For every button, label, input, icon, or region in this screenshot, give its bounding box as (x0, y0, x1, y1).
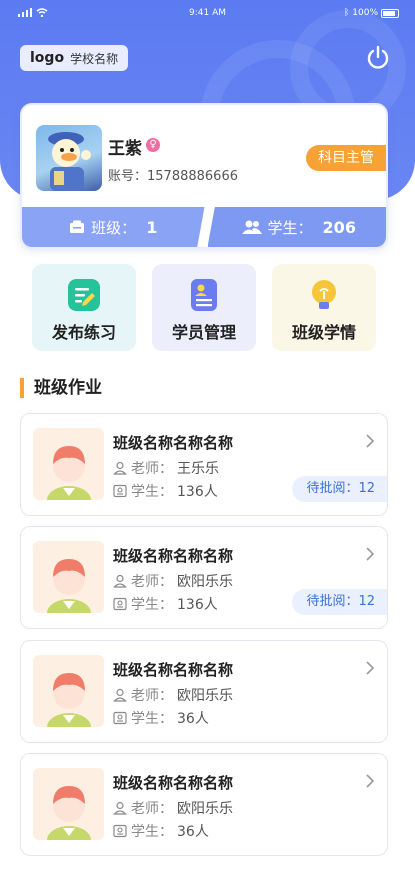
student-label: 学生： (267, 218, 313, 237)
account-number: 15788886666 (147, 169, 238, 184)
user-name: 王紫 (108, 139, 142, 159)
quick-action-class-analytics[interactable]: 班级学情 (272, 264, 376, 351)
publish-icon (68, 279, 100, 311)
teacher-row: 老师： 欧阳乐乐 (113, 571, 233, 591)
student-row: 学生： 36人 (113, 708, 209, 728)
class-name: 班级名称名称名称 (113, 547, 234, 565)
battery-percent: 100% (352, 8, 378, 18)
class-name: 班级名称名称名称 (113, 434, 234, 452)
teacher-row: 老师： 欧阳乐乐 (113, 685, 233, 705)
profile-card: 王紫 ♀ 账号：15788886666 科目主管 班级： 1 学生： 206 (20, 103, 388, 249)
student-count: 206 (322, 217, 356, 237)
class-label: 班级： (91, 218, 137, 237)
quick-action-student-management[interactable]: 学员管理 (152, 264, 256, 351)
bulb-icon (312, 280, 336, 309)
class-name: 班级名称名称名称 (113, 661, 234, 679)
pending-badge[interactable]: 待批阅：12 (292, 476, 387, 502)
student-row: 学生： 136人 (113, 594, 218, 614)
teacher-row: 老师： 王乐乐 (113, 458, 219, 478)
student-label: 学生： (131, 824, 173, 840)
homework-card[interactable]: 班级名称名称名称 老师： 欧阳乐乐 学生： 136人 待批阅：12 (20, 526, 388, 629)
student-count: 136人 (177, 597, 218, 613)
bluetooth-icon: ᛒ (343, 8, 350, 18)
student-id-icon (113, 824, 127, 838)
quick-actions: 发布练习 学员管理 班级学情 (32, 264, 376, 351)
student-count: 136人 (177, 484, 218, 500)
chevron-right-icon[interactable] (365, 434, 375, 448)
account-label: 账号： (108, 169, 148, 184)
homework-card[interactable]: 班级名称名称名称 老师： 欧阳乐乐 学生： 36人 (20, 640, 388, 743)
teacher-label: 老师： (131, 461, 173, 477)
chevron-right-icon[interactable] (365, 661, 375, 675)
student-id-icon (113, 597, 127, 611)
student-label: 学生： (131, 597, 173, 613)
teacher-name: 欧阳乐乐 (177, 801, 233, 817)
student-id-icon (113, 484, 127, 498)
teacher-name: 欧阳乐乐 (177, 688, 233, 704)
class-avatar (33, 768, 104, 840)
school-name: 学校名称 (70, 51, 119, 66)
teacher-icon (113, 801, 127, 815)
student-row: 学生： 136人 (113, 481, 218, 501)
power-icon[interactable] (365, 45, 391, 71)
logo-text: logo (30, 50, 65, 66)
school-logo: logo 学校名称 (20, 45, 129, 71)
students-icon (241, 220, 262, 234)
role-badge: 科目主管 (306, 145, 386, 171)
quick-action-label: 发布练习 (51, 323, 116, 342)
section-title: 班级作业 (20, 378, 102, 398)
quick-action-publish-practice[interactable]: 发布练习 (32, 264, 136, 351)
homework-card[interactable]: 班级名称名称名称 老师： 王乐乐 学生： 136人 待批阅：12 (20, 413, 388, 516)
teacher-label: 老师： (131, 688, 173, 704)
class-count: 1 (146, 217, 158, 237)
class-avatar (33, 541, 104, 613)
pending-badge[interactable]: 待批阅：12 (292, 589, 387, 615)
teacher-label: 老师： (131, 574, 173, 590)
student-card-icon (191, 279, 217, 311)
student-id-icon (113, 711, 127, 725)
female-icon: ♀ (146, 138, 160, 152)
class-count-stat[interactable]: 班级： 1 (22, 207, 205, 247)
stats-bar: 班级： 1 学生： 206 (22, 207, 386, 247)
student-label: 学生： (131, 484, 173, 500)
teacher-label: 老师： (131, 801, 173, 817)
teacher-icon (113, 688, 127, 702)
duck-avatar-image (48, 132, 91, 191)
student-count: 36人 (177, 711, 209, 727)
teacher-row: 老师： 欧阳乐乐 (113, 798, 233, 818)
quick-action-label: 班级学情 (291, 323, 356, 342)
chevron-right-icon[interactable] (365, 547, 375, 561)
status-bar: 9:41 AM ᛒ 100% (0, 0, 415, 26)
student-label: 学生： (131, 711, 173, 727)
chevron-right-icon[interactable] (365, 774, 375, 788)
avatar[interactable] (36, 125, 102, 191)
student-row: 学生： 36人 (113, 821, 209, 841)
class-avatar (33, 428, 104, 500)
teacher-name: 欧阳乐乐 (177, 574, 233, 590)
teacher-icon (113, 574, 127, 588)
student-count-stat[interactable]: 学生： 206 (207, 207, 386, 247)
student-count: 36人 (177, 824, 209, 840)
teacher-name: 王乐乐 (177, 461, 219, 477)
homework-card[interactable]: 班级名称名称名称 老师： 欧阳乐乐 学生： 36人 (20, 753, 388, 856)
class-icon (70, 220, 85, 233)
class-avatar (33, 655, 104, 727)
class-name: 班级名称名称名称 (113, 774, 234, 792)
account-info: 账号：15788886666 (108, 165, 238, 184)
teacher-icon (113, 461, 127, 475)
battery-icon (381, 8, 399, 18)
quick-action-label: 学员管理 (171, 323, 236, 342)
